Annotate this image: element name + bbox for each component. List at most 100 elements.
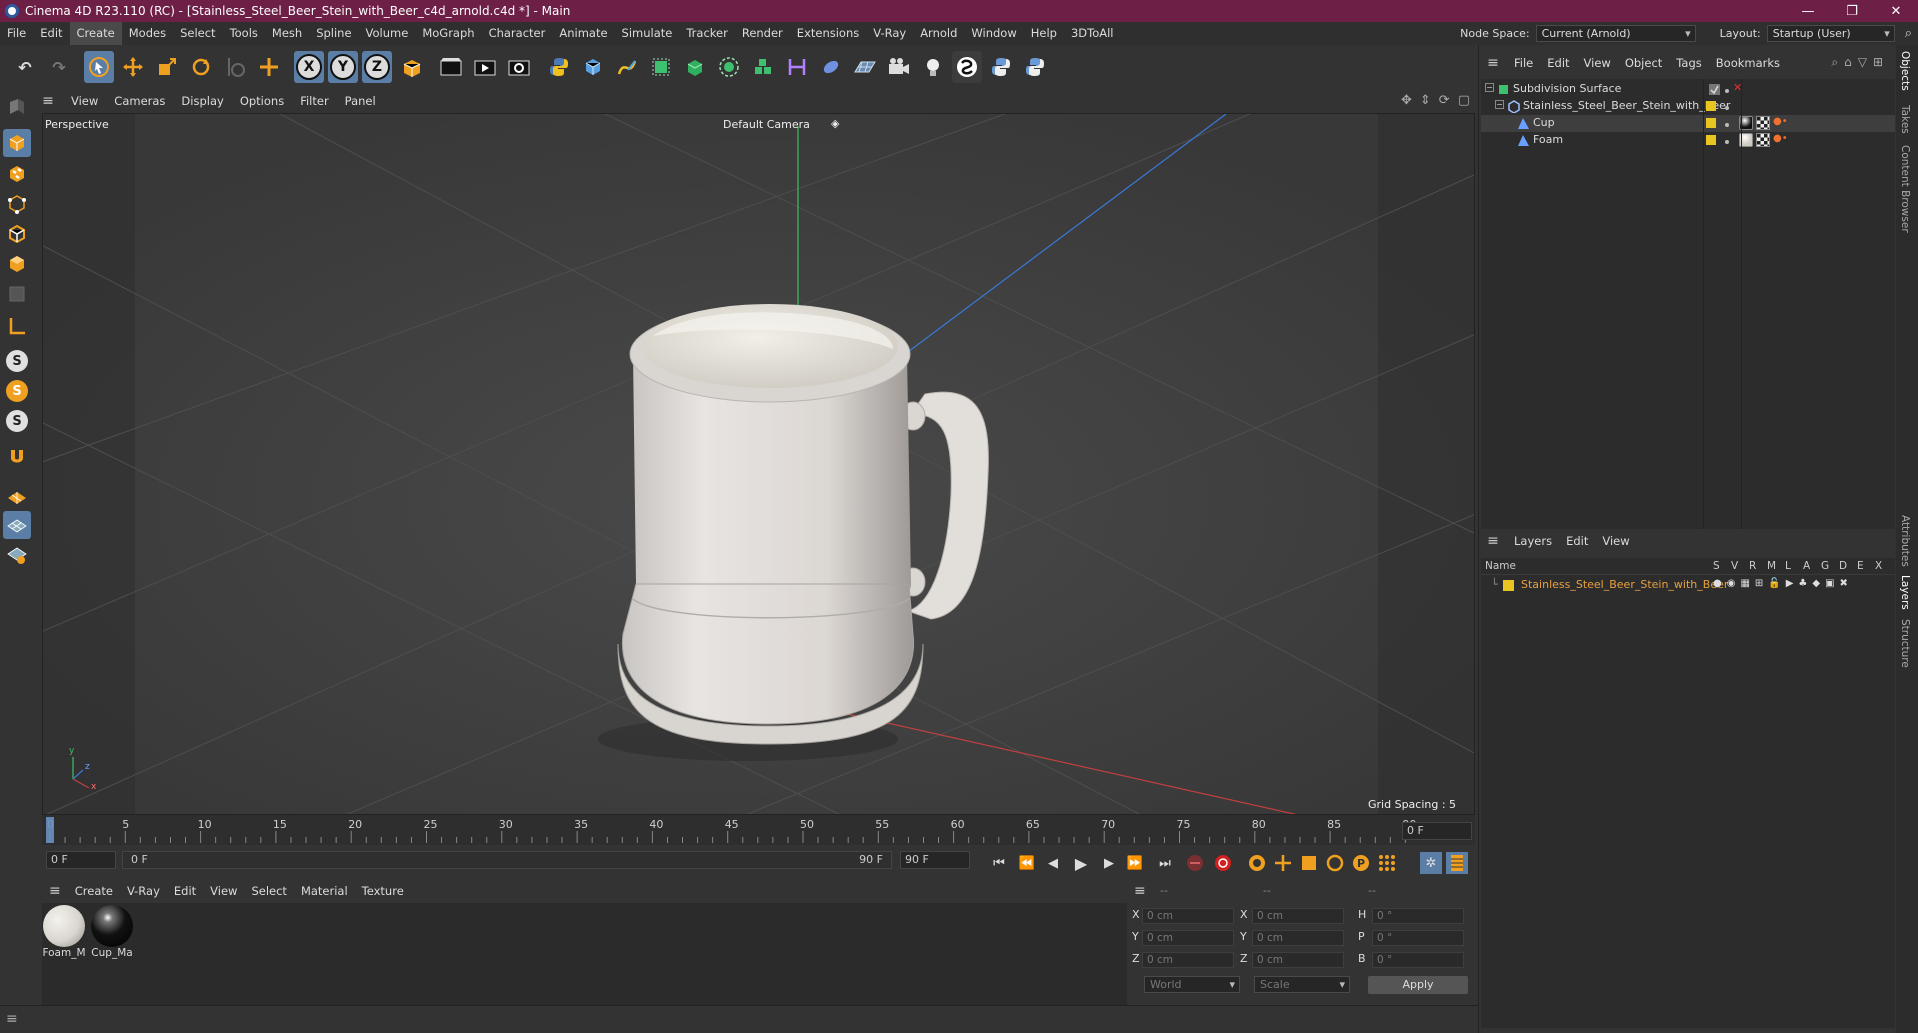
menu-3dtoall[interactable]: 3DToAll [1064, 22, 1121, 45]
viewport-menu-cameras[interactable]: Cameras [106, 94, 173, 108]
layers-menu-edit[interactable]: Edit [1559, 534, 1595, 548]
menu-simulate[interactable]: Simulate [615, 22, 680, 45]
tab-content-browser[interactable]: Content Browser [1899, 145, 1911, 233]
layer-column-l[interactable]: L [1785, 560, 1791, 572]
grid-settings-icon[interactable] [3, 541, 31, 569]
menu-window[interactable]: Window [964, 22, 1023, 45]
rotation-b-field[interactable]: 0 ° [1372, 952, 1464, 968]
layer-flag-icons[interactable]: ●◉▦⊞🔓▶♣◆▣✖ [1713, 578, 1853, 589]
magnet-icon[interactable] [3, 443, 31, 471]
coordinates-menu-icon[interactable]: ≡ [1134, 883, 1146, 899]
end-frame-field[interactable]: 90 F [900, 851, 970, 869]
tab-layers[interactable]: Layers [1899, 575, 1911, 610]
size-z-field[interactable]: 0 cm [1252, 952, 1344, 968]
collapse-icon[interactable]: − [1485, 83, 1494, 92]
apply-button[interactable]: Apply [1368, 976, 1468, 994]
layers-menu-layers[interactable]: Layers [1507, 534, 1559, 548]
uvw-tag-icon[interactable] [1756, 116, 1770, 130]
objects-menu-edit[interactable]: Edit [1540, 56, 1576, 70]
visibility-dots[interactable] [1725, 134, 1729, 147]
previous-frame-icon[interactable]: ◀ [1042, 852, 1064, 874]
tab-takes[interactable]: Takes [1899, 105, 1911, 134]
menu-create[interactable]: Create [69, 22, 122, 45]
motion-system-icon[interactable]: ✲ [1420, 852, 1442, 874]
material-menu-icon[interactable]: ≡ [42, 883, 68, 899]
material-menu-material[interactable]: Material [294, 884, 355, 898]
3d-viewport[interactable]: Perspective Default Camera ◈ Grid Spacin… [42, 113, 1475, 815]
layer-column-x[interactable]: X [1875, 560, 1882, 572]
layers-menu-view[interactable]: View [1595, 534, 1636, 548]
collapse-icon[interactable]: − [1495, 100, 1504, 109]
camera-switch-icon[interactable]: ◈ [831, 117, 839, 130]
redo-icon[interactable]: ↷ [44, 51, 74, 83]
layout-dropdown[interactable]: Startup (User) [1766, 25, 1895, 42]
objects-menu-object[interactable]: Object [1618, 56, 1669, 70]
previous-key-icon[interactable]: ⏪ [1016, 852, 1038, 874]
objects-menu-tags[interactable]: Tags [1669, 56, 1708, 70]
uv-mode-icon[interactable] [3, 280, 31, 308]
rotation-key-icon[interactable] [1324, 852, 1346, 874]
menu-vray[interactable]: V-Ray [866, 22, 913, 45]
menu-animate[interactable]: Animate [552, 22, 614, 45]
objects-menu-file[interactable]: File [1507, 56, 1540, 70]
edges-mode-icon[interactable] [3, 220, 31, 248]
layer-row[interactable]: └ Stainless_Steel_Beer_Stein_with_Beer ●… [1481, 577, 1895, 594]
record-icon[interactable] [1184, 852, 1206, 874]
timeline-window-icon[interactable] [1446, 852, 1468, 874]
render-settings-icon[interactable] [504, 51, 534, 83]
next-key-icon[interactable]: ⏩ [1124, 852, 1146, 874]
layer-column-g[interactable]: G [1821, 560, 1829, 572]
quantize-icon[interactable]: S [3, 407, 31, 435]
python-script-2-icon[interactable] [1020, 51, 1050, 83]
enable-axis-icon[interactable] [3, 312, 31, 340]
camera-icon[interactable] [884, 51, 914, 83]
uvw-tag-icon[interactable] [1756, 133, 1770, 147]
go-to-start-icon[interactable]: ⏮ [988, 852, 1010, 874]
viewport-camera-label[interactable]: Default Camera [723, 118, 810, 131]
viewport-menu-options[interactable]: Options [232, 94, 292, 108]
scale-tool-icon[interactable] [152, 51, 182, 83]
objects-menu-bookmarks[interactable]: Bookmarks [1709, 56, 1787, 70]
material-menu-edit[interactable]: Edit [167, 884, 203, 898]
menu-modes[interactable]: Modes [122, 22, 173, 45]
layer-column-d[interactable]: D [1839, 560, 1847, 572]
recent-tools-icon[interactable] [220, 51, 250, 83]
keyframe-selection-icon[interactable] [1246, 852, 1268, 874]
next-frame-icon[interactable]: ▶ [1098, 852, 1120, 874]
point-level-key-icon[interactable] [1376, 852, 1398, 874]
restore-button[interactable]: ❐ [1830, 0, 1874, 22]
material-menu-create[interactable]: Create [68, 884, 120, 898]
model-mode-icon[interactable] [3, 129, 31, 157]
position-key-icon[interactable] [1272, 852, 1294, 874]
search-icon[interactable]: ⌕ [1905, 26, 1912, 41]
coordinate-system-icon[interactable] [396, 51, 426, 83]
object-row-foam[interactable]: Foam ●• [1481, 132, 1895, 149]
render-to-picture-viewer-icon[interactable] [470, 51, 500, 83]
move-tool-icon[interactable] [118, 51, 148, 83]
preview-range-slider[interactable]: 0 F 90 F [122, 851, 892, 869]
object-row-stein[interactable]: − Stainless_Steel_Beer_Stein_with_Beer [1481, 98, 1895, 115]
make-editable-icon[interactable] [3, 93, 31, 121]
objects-menu-view[interactable]: View [1577, 56, 1618, 70]
z-axis-lock-button[interactable]: Z [362, 51, 392, 83]
vray-icon[interactable] [952, 51, 982, 83]
layer-column-m[interactable]: M [1767, 560, 1776, 572]
menu-edit[interactable]: Edit [33, 22, 69, 45]
material-item[interactable]: Cup_Ma [90, 905, 134, 959]
undo-icon[interactable]: ↶ [10, 51, 40, 83]
layer-column-a[interactable]: A [1803, 560, 1810, 572]
size-y-field[interactable]: 0 cm [1252, 930, 1344, 946]
menu-tools[interactable]: Tools [223, 22, 265, 45]
layer-column-v[interactable]: V [1731, 560, 1738, 572]
floor-icon[interactable] [850, 51, 880, 83]
python-script-icon[interactable] [986, 51, 1016, 83]
position-z-field[interactable]: 0 cm [1142, 952, 1234, 968]
phong-tag-icon[interactable]: ●• [1773, 133, 1788, 144]
render-view-icon[interactable] [436, 51, 466, 83]
object-row-cup[interactable]: Cup ●• [1481, 115, 1895, 132]
material-menu-select[interactable]: Select [244, 884, 293, 898]
tab-attributes[interactable]: Attributes [1899, 515, 1911, 567]
y-axis-lock-button[interactable]: Y [328, 51, 358, 83]
orbit-icon[interactable]: ⟳ [1439, 93, 1450, 108]
material-menu-view[interactable]: View [203, 884, 244, 898]
